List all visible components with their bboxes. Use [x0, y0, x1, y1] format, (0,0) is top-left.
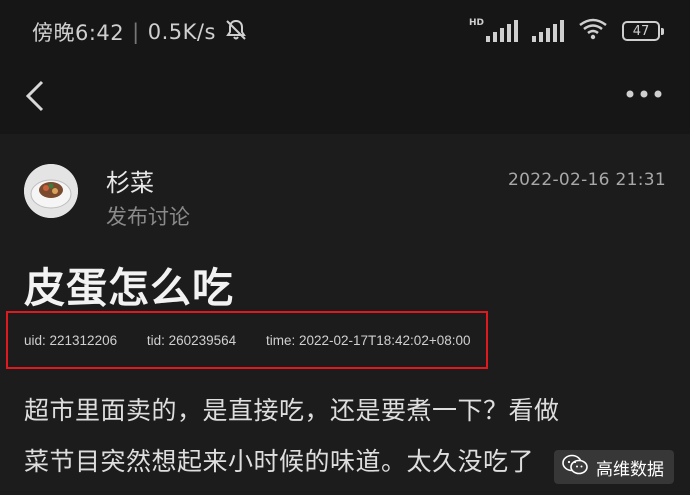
username[interactable]: 杉菜: [106, 163, 154, 198]
status-time: 傍晚6:42: [32, 21, 125, 45]
chevron-left-icon: [25, 80, 44, 112]
cell-signal-icon: [486, 20, 518, 42]
status-bar: 傍晚6:42 | 0.5K/s HD 47: [0, 0, 690, 62]
post-meta: uid: 221312206 tid: 260239564 time: 2022…: [24, 333, 497, 348]
wifi-icon: [578, 18, 608, 44]
post-title: 皮蛋怎么吃: [24, 264, 234, 312]
more-options-button[interactable]: [624, 84, 668, 104]
watermark-label: 高维数据: [596, 459, 664, 480]
status-right: HD 47: [468, 18, 664, 44]
nav-bar: [0, 62, 690, 134]
meta-timestamp: time: 2022-02-17T18:42:02+08:00: [265, 333, 471, 348]
hd-label: HD: [468, 18, 484, 28]
network-speed: 0.5K/s: [147, 20, 216, 44]
mute-alarm-icon: [224, 18, 248, 47]
meta-uid: uid: 221312206: [24, 333, 118, 348]
screen: 傍晚6:42 | 0.5K/s HD 47 杉菜 发布讨论 2022-02-16…: [0, 0, 690, 495]
post-body-line-1: 超市里面卖的，是直接吃，还是要煮一下？看做: [24, 396, 560, 425]
post-body-line-2: 菜节目突然想起来小时候的味道。太久没吃了: [24, 447, 535, 476]
wechat-icon: [562, 454, 588, 481]
avatar[interactable]: [24, 164, 78, 218]
status-left: 傍晚6:42 | 0.5K/s: [32, 17, 248, 47]
more-dots-icon: [626, 90, 662, 98]
battery-icon: 47: [622, 21, 664, 41]
battery-level: 47: [632, 23, 650, 39]
watermark: 高维数据: [554, 450, 674, 484]
status-divider: |: [132, 20, 140, 44]
back-button[interactable]: [18, 74, 58, 118]
post-action-label: 发布讨论: [106, 205, 190, 229]
post-time: 2022-02-16 21:31: [508, 170, 666, 190]
meta-tid: tid: 260239564: [146, 333, 237, 348]
cell-signal-2-icon: [532, 20, 564, 42]
